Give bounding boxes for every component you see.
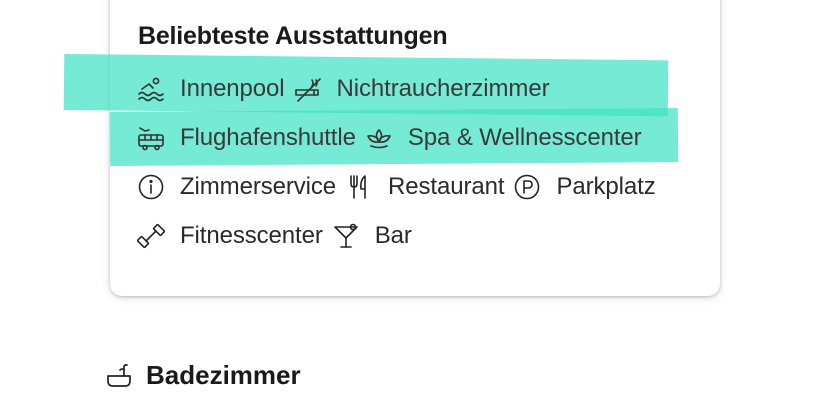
amenity-label: Spa & Wellnesscenter: [407, 124, 642, 151]
parking-icon: [512, 172, 542, 202]
amenity-label: Fitnesscenter: [180, 222, 323, 249]
restaurant-icon: [344, 172, 374, 202]
amenity-bar: Bar: [331, 221, 412, 251]
bathtub-icon: [104, 361, 134, 391]
fitness-icon: [136, 221, 166, 251]
amenity-spa: Spa & Wellnesscenter: [364, 123, 642, 153]
amenity-airport-shuttle: Flughafenshuttle: [136, 123, 356, 153]
amenity-room-service: Zimmerservice: [136, 172, 336, 202]
amenities-row: Flughafenshuttle Spa & Wellnesscenter: [136, 121, 650, 155]
amenity-label: Nichtraucherzimmer: [336, 75, 550, 102]
amenity-label: Bar: [374, 222, 412, 249]
section-title: Badezimmer: [146, 360, 301, 390]
amenity-fitness: Fitnesscenter: [136, 221, 323, 251]
amenity-restaurant: Restaurant: [344, 172, 505, 202]
swimming-icon: [136, 74, 166, 104]
amenities-row: Innenpool Nichtraucherzimmer: [136, 72, 557, 106]
amenity-label: Restaurant: [388, 173, 505, 200]
amenity-non-smoking: Nichtraucherzimmer: [293, 74, 550, 104]
no-smoking-icon: [293, 74, 323, 104]
amenity-parking: Parkplatz: [512, 172, 656, 202]
amenity-label: Parkplatz: [556, 173, 656, 200]
spa-icon: [364, 123, 394, 153]
amenity-label: Innenpool: [180, 75, 285, 102]
bar-icon: [331, 221, 361, 251]
airport-shuttle-icon: [136, 123, 166, 153]
amenity-indoor-pool: Innenpool: [136, 74, 285, 104]
amenity-label: Flughafenshuttle: [180, 124, 356, 151]
bathroom-section-header: Badezimmer: [104, 360, 301, 391]
info-icon: [136, 172, 166, 202]
amenity-label: Zimmerservice: [180, 173, 337, 200]
amenities-title: Beliebteste Ausstattungen: [138, 22, 448, 50]
amenities-row: Fitnesscenter Bar: [136, 219, 420, 253]
amenities-row: Zimmerservice Restaurant Parkplatz: [136, 170, 664, 204]
